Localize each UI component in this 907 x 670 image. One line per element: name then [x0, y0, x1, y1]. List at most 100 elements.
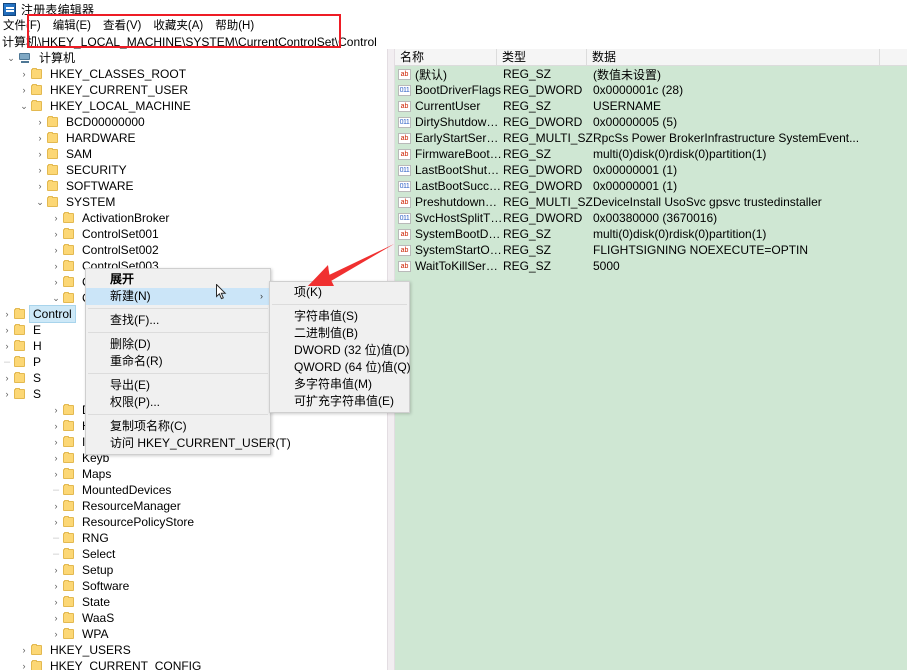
- value-row[interactable]: ab (默认) REG_SZ (数值未设置): [395, 66, 907, 82]
- chevron-right-icon[interactable]: ›: [0, 338, 14, 354]
- tree-item[interactable]: › State: [0, 594, 387, 610]
- chevron-right-icon[interactable]: ›: [49, 514, 63, 530]
- tree-item[interactable]: ⌄ 计算机: [0, 50, 387, 66]
- context-submenu-new[interactable]: 项(K) 字符串值(S) 二进制值(B) DWORD (32 位)值(D) QWORD …: [269, 281, 411, 413]
- chevron-right-icon[interactable]: ›: [49, 626, 63, 642]
- context-menu-item[interactable]: 新建(N) ›: [86, 288, 270, 305]
- tree-item[interactable]: › SAM: [0, 146, 387, 162]
- context-menu-item[interactable]: 重命名(R): [86, 353, 270, 370]
- chevron-right-icon[interactable]: ›: [49, 498, 63, 514]
- column-header-name[interactable]: 名称: [395, 49, 497, 66]
- context-menu[interactable]: 展开 新建(N) › 查找(F)... 删除(D) 重命名(R) 导出(E) 权限(P)...…: [85, 268, 291, 455]
- menu-favorites[interactable]: 收藏夹(A): [147, 19, 209, 34]
- chevron-right-icon[interactable]: ›: [0, 370, 14, 386]
- address-bar[interactable]: 计算机\HKEY_LOCAL_MACHINE\SYSTEM\CurrentCon…: [0, 34, 907, 49]
- registry-values-pane[interactable]: 名称 类型 数据 ab (默认) REG_SZ (数值未设置) 011 BootDrive…: [395, 49, 907, 670]
- tree-item[interactable]: › WaaS: [0, 610, 387, 626]
- context-menu-item[interactable]: 导出(E): [86, 377, 270, 394]
- tree-item[interactable]: › HKEY_CURRENT_USER: [0, 82, 387, 98]
- tree-leaf-marker-icon[interactable]: –: [49, 482, 63, 498]
- column-header-type[interactable]: 类型: [497, 49, 587, 66]
- chevron-right-icon[interactable]: ›: [49, 450, 63, 466]
- value-row[interactable]: 011 LastBootShutd... REG_DWORD 0x00000001 (…: [395, 162, 907, 178]
- context-submenu-item[interactable]: 二进制值(B): [270, 325, 409, 342]
- value-row[interactable]: ab EarlyStartServicesREG_MULTI_SZRpcSs Po…: [395, 130, 907, 146]
- context-submenu-item[interactable]: 可扩充字符串值(E): [270, 393, 409, 410]
- tree-item[interactable]: › SOFTWARE: [0, 178, 387, 194]
- value-row[interactable]: ab WaitToKillServic... REG_SZ 5000: [395, 258, 907, 274]
- value-row[interactable]: 011 SvcHostSplitThr... REG_DWORD 0x00380000…: [395, 210, 907, 226]
- chevron-right-icon[interactable]: ›: [33, 146, 47, 162]
- menu-view[interactable]: 查看(V): [97, 19, 147, 34]
- value-row[interactable]: ab SystemBootDev... REG_SZ multi(0)disk(0)r…: [395, 226, 907, 242]
- value-row[interactable]: 011 BootDriverFlags REG_DWORD 0x0000001c (2…: [395, 82, 907, 98]
- chevron-down-icon[interactable]: ⌄: [33, 194, 47, 210]
- tree-item[interactable]: › HKEY_CLASSES_ROOT: [0, 66, 387, 82]
- context-menu-item[interactable]: 复制项名称(C): [86, 418, 270, 435]
- context-submenu-item[interactable]: 项(K): [270, 284, 409, 301]
- tree-leaf-marker-icon[interactable]: –: [49, 530, 63, 546]
- tree-item[interactable]: › ControlSet002: [0, 242, 387, 258]
- tree-item[interactable]: › Setup: [0, 562, 387, 578]
- tree-item[interactable]: › ControlSet001: [0, 226, 387, 242]
- chevron-right-icon[interactable]: ›: [49, 210, 63, 226]
- menu-help[interactable]: 帮助(H): [209, 19, 260, 34]
- chevron-right-icon[interactable]: ›: [17, 82, 31, 98]
- context-menu-item[interactable]: 删除(D): [86, 336, 270, 353]
- chevron-right-icon[interactable]: ›: [49, 418, 63, 434]
- tree-item[interactable]: › HKEY_CURRENT_CONFIG: [0, 658, 387, 670]
- chevron-down-icon[interactable]: ⌄: [49, 290, 63, 306]
- chevron-right-icon[interactable]: ›: [33, 114, 47, 130]
- chevron-right-icon[interactable]: ›: [17, 658, 31, 670]
- chevron-right-icon[interactable]: ›: [17, 66, 31, 82]
- chevron-right-icon[interactable]: ›: [33, 162, 47, 178]
- value-row[interactable]: 011 DirtyShutdown... REG_DWORD 0x00000005 (…: [395, 114, 907, 130]
- tree-item[interactable]: › Maps: [0, 466, 387, 482]
- chevron-right-icon[interactable]: ›: [33, 130, 47, 146]
- chevron-right-icon[interactable]: ›: [17, 642, 31, 658]
- chevron-right-icon[interactable]: ›: [49, 274, 63, 290]
- tree-leaf-marker-icon[interactable]: –: [0, 354, 14, 370]
- chevron-right-icon[interactable]: ›: [49, 242, 63, 258]
- tree-item[interactable]: – RNG: [0, 530, 387, 546]
- tree-item[interactable]: – Select: [0, 546, 387, 562]
- chevron-right-icon[interactable]: ›: [49, 578, 63, 594]
- column-header-data[interactable]: 数据: [587, 49, 880, 66]
- value-row[interactable]: ab PreshutdownOr... REG_MULTI_SZ DeviceInst…: [395, 194, 907, 210]
- chevron-right-icon[interactable]: ›: [0, 306, 14, 322]
- chevron-right-icon[interactable]: ›: [0, 386, 14, 402]
- chevron-right-icon[interactable]: ›: [49, 434, 63, 450]
- tree-item[interactable]: › HARDWARE: [0, 130, 387, 146]
- tree-item[interactable]: › WPA: [0, 626, 387, 642]
- tree-item[interactable]: › ActivationBroker: [0, 210, 387, 226]
- context-submenu-item[interactable]: 多字符串值(M): [270, 376, 409, 393]
- context-submenu-item[interactable]: DWORD (32 位)值(D): [270, 342, 409, 359]
- context-submenu-item[interactable]: QWORD (64 位)值(Q): [270, 359, 411, 376]
- tree-item[interactable]: ⌄ SYSTEM: [0, 194, 387, 210]
- chevron-right-icon[interactable]: ›: [49, 258, 63, 274]
- context-menu-item[interactable]: 访问 HKEY_CURRENT_USER(T): [86, 435, 291, 452]
- tree-item[interactable]: › Software: [0, 578, 387, 594]
- tree-item[interactable]: › ResourceManager: [0, 498, 387, 514]
- tree-item[interactable]: – MountedDevices: [0, 482, 387, 498]
- chevron-down-icon[interactable]: ⌄: [4, 50, 18, 66]
- value-row[interactable]: ab CurrentUser REG_SZ USERNAME: [395, 98, 907, 114]
- tree-item[interactable]: › BCD00000000: [0, 114, 387, 130]
- value-row[interactable]: ab SystemStartOpt... REG_SZ FLIGHTSIGNING …: [395, 242, 907, 258]
- context-menu-item[interactable]: 权限(P)...: [86, 394, 270, 411]
- chevron-right-icon[interactable]: ›: [49, 562, 63, 578]
- context-submenu-item[interactable]: 字符串值(S): [270, 308, 409, 325]
- tree-item[interactable]: › SECURITY: [0, 162, 387, 178]
- chevron-right-icon[interactable]: ›: [49, 226, 63, 242]
- menu-edit[interactable]: 编辑(E): [47, 19, 97, 34]
- value-row[interactable]: ab FirmwareBootD... REG_SZ multi(0)disk(0)r…: [395, 146, 907, 162]
- chevron-right-icon[interactable]: ›: [49, 402, 63, 418]
- value-row[interactable]: 011 LastBootSuccee... REG_DWORD 0x00000001 …: [395, 178, 907, 194]
- tree-leaf-marker-icon[interactable]: –: [49, 546, 63, 562]
- context-menu-item[interactable]: 展开: [86, 271, 270, 288]
- context-menu-item[interactable]: 查找(F)...: [86, 312, 270, 329]
- menu-file[interactable]: 文件(F): [0, 19, 47, 34]
- chevron-right-icon[interactable]: ›: [33, 178, 47, 194]
- chevron-right-icon[interactable]: ›: [49, 610, 63, 626]
- tree-item[interactable]: › HKEY_USERS: [0, 642, 387, 658]
